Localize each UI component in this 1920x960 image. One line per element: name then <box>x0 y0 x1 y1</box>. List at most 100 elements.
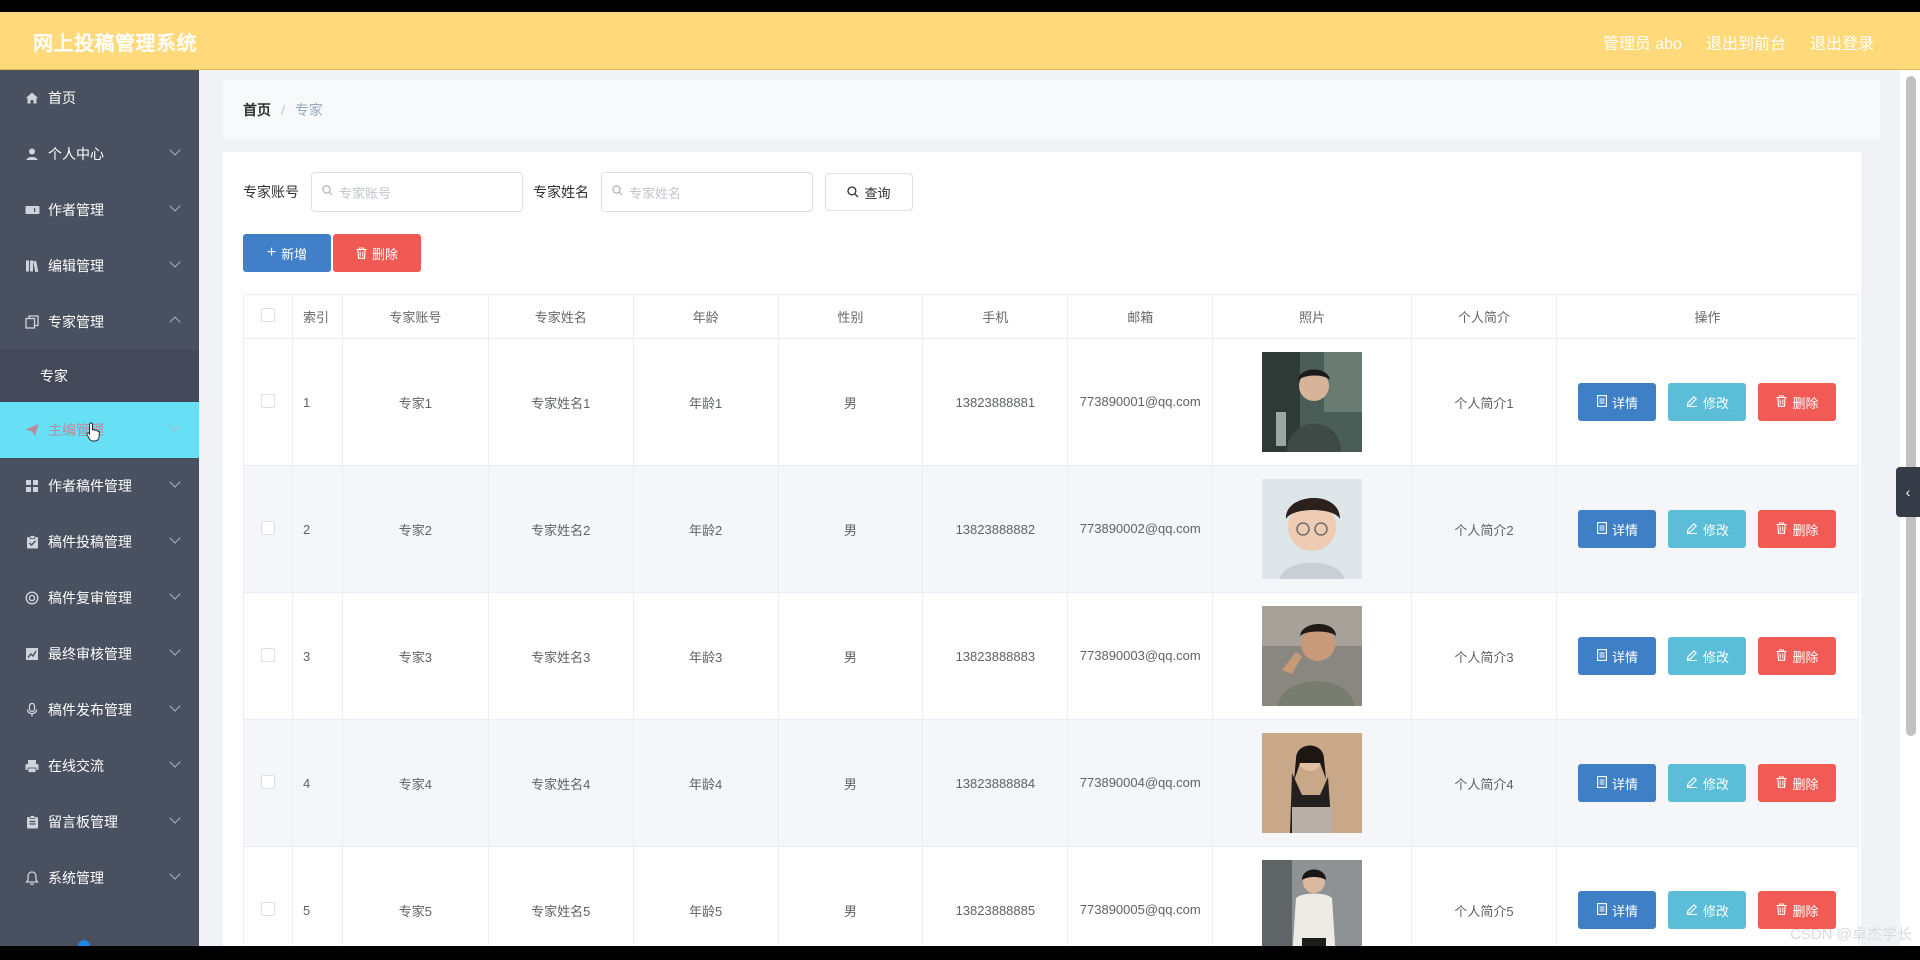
sidebar-item-label: 专家管理 <box>48 314 104 330</box>
sidebar-item-chief-editor-management[interactable]: 主编管理 <box>0 402 199 458</box>
delete-button[interactable]: 删除 <box>1758 637 1837 675</box>
table-row: 4 专家4 专家姓名4 年龄4 男 13823888884 773890004@… <box>243 719 1860 847</box>
edit-button[interactable]: 修改 <box>1668 764 1747 802</box>
column-header: 专家账号 <box>341 294 489 339</box>
table-row: 3 专家3 专家姓名3 年龄3 男 13823888883 773890003@… <box>243 592 1860 720</box>
expert-photo <box>1262 606 1363 706</box>
admin-user-link[interactable]: 管理员 abo <box>1603 30 1682 54</box>
delete-button[interactable]: 删除 <box>1758 383 1837 421</box>
account-cell: 专家5 <box>341 846 489 946</box>
expert-account-placeholder: 专家账号 <box>339 185 392 201</box>
detail-button[interactable]: 详情 <box>1578 383 1657 421</box>
sidebar-item-personal-center[interactable]: 个人中心 <box>0 126 199 182</box>
column-header: 专家姓名 <box>487 294 634 339</box>
pencil-icon <box>1686 903 1698 918</box>
user-icon <box>24 146 40 162</box>
row-checkbox[interactable] <box>260 901 275 916</box>
expert-name-input[interactable]: 专家姓名 <box>601 172 813 212</box>
exit-to-front-link[interactable]: 退出到前台 <box>1706 30 1786 54</box>
sidebar-item-publish-management[interactable]: 稿件发布管理 <box>0 682 199 738</box>
account-cell: 专家4 <box>341 719 489 847</box>
edit-button-label: 修改 <box>1702 395 1729 411</box>
select-all-checkbox[interactable] <box>260 308 275 322</box>
row-checkbox[interactable] <box>260 393 275 408</box>
sidebar-item-label: 最终审核管理 <box>48 646 132 662</box>
photo-cell <box>1212 846 1413 946</box>
edit-button[interactable]: 修改 <box>1668 637 1747 675</box>
column-header: 个人简介 <box>1411 294 1557 339</box>
row-select-cell <box>243 719 293 847</box>
delete-button-label: 删除 <box>1792 776 1819 792</box>
sidebar-item-label: 留言板管理 <box>48 814 118 830</box>
detail-button[interactable]: 详情 <box>1578 891 1657 929</box>
document-icon <box>1596 521 1607 537</box>
breadcrumb-current: 专家 <box>294 102 323 118</box>
chevron-down-icon <box>169 420 181 432</box>
edit-button[interactable]: 修改 <box>1668 891 1747 929</box>
action-bar: + 新增 删除 <box>243 234 421 272</box>
chevron-left-icon: ‹ <box>1905 484 1911 500</box>
sidebar-subitem-expert[interactable]: 专家 <box>0 350 199 402</box>
plus-icon: + <box>266 244 277 261</box>
sidebar-item-online-chat[interactable]: 在线交流 <box>0 738 199 794</box>
collapse-panel-tab[interactable]: ‹ <box>1896 467 1920 517</box>
account-cell: 专家2 <box>341 465 489 593</box>
sidebar-item-expert-management[interactable]: 专家管理 <box>0 294 199 350</box>
sidebar-item-message-board[interactable]: 留言板管理 <box>0 794 199 850</box>
detail-button[interactable]: 详情 <box>1578 510 1657 548</box>
expert-name-placeholder: 专家姓名 <box>629 185 682 201</box>
chevron-down-icon <box>169 756 181 768</box>
experts-table: 索引 专家账号 专家姓名 年龄 性别 手机 邮箱 照片 个人简介 操作 1 专家… <box>243 294 1860 946</box>
delete-button[interactable]: 删除 <box>1758 510 1837 548</box>
expert-photo <box>1262 352 1363 452</box>
sidebar-item-author-management[interactable]: 作者管理 <box>0 182 199 238</box>
sidebar-item-label: 系统管理 <box>48 870 104 886</box>
name-cell: 专家姓名3 <box>487 592 634 720</box>
sidebar-item-system-management[interactable]: 系统管理 <box>0 850 199 906</box>
sidebar-item-submission-management[interactable]: 稿件投稿管理 <box>0 514 199 570</box>
sidebar-item-label: 个人中心 <box>48 146 104 162</box>
delete-button-label: 删除 <box>1792 522 1819 538</box>
table-header-row: 索引 专家账号 专家姓名 年龄 性别 手机 邮箱 照片 个人简介 操作 <box>243 294 1860 339</box>
expert-account-input[interactable]: 专家账号 <box>311 172 523 212</box>
bell-icon <box>24 870 40 886</box>
sidebar-item-final-review[interactable]: 最终审核管理 <box>0 626 199 682</box>
delete-button[interactable]: 删除 <box>1758 764 1837 802</box>
detail-button[interactable]: 详情 <box>1578 764 1657 802</box>
sidebar-item-editor-management[interactable]: 编辑管理 <box>0 238 199 294</box>
bulk-delete-button-label: 删除 <box>371 246 398 262</box>
intro-cell: 个人简介2 <box>1411 465 1557 593</box>
row-checkbox[interactable] <box>260 647 275 662</box>
age-cell: 年龄4 <box>632 719 779 847</box>
breadcrumb: 首页 / 专家 <box>223 80 1880 140</box>
sidebar-item-home[interactable]: 首页 <box>0 70 199 126</box>
expert-account-label: 专家账号 <box>243 184 299 200</box>
edit-button-label: 修改 <box>1702 903 1729 919</box>
column-header: 操作 <box>1555 294 1860 339</box>
document-icon <box>1596 775 1607 791</box>
sidebar-item-review-management[interactable]: 稿件复审管理 <box>0 570 199 626</box>
detail-button[interactable]: 详情 <box>1578 637 1657 675</box>
chevron-down-icon <box>169 700 181 712</box>
column-header: 手机 <box>922 294 1069 339</box>
edit-button[interactable]: 修改 <box>1668 383 1747 421</box>
detail-button-label: 详情 <box>1611 522 1638 538</box>
status-dot <box>78 940 90 946</box>
ticket-icon <box>24 202 40 218</box>
query-button[interactable]: 查询 <box>825 173 913 211</box>
scrollbar-thumb[interactable] <box>1906 76 1916 736</box>
bulk-delete-button[interactable]: 删除 <box>333 234 421 272</box>
row-checkbox[interactable] <box>260 520 275 535</box>
edit-button-label: 修改 <box>1702 649 1729 665</box>
breadcrumb-home[interactable]: 首页 <box>243 100 271 120</box>
delete-button-label: 删除 <box>1792 649 1819 665</box>
sidebar-item-author-manuscripts[interactable]: 作者稿件管理 <box>0 458 199 514</box>
intro-cell: 个人简介4 <box>1411 719 1557 847</box>
age-cell: 年龄1 <box>632 338 779 466</box>
sidebar-item-label: 稿件复审管理 <box>48 590 132 606</box>
logout-link[interactable]: 退出登录 <box>1810 30 1874 54</box>
phone-cell: 13823888884 <box>922 719 1069 847</box>
edit-button[interactable]: 修改 <box>1668 510 1747 548</box>
add-button[interactable]: + 新增 <box>243 234 331 272</box>
row-checkbox[interactable] <box>260 774 275 789</box>
